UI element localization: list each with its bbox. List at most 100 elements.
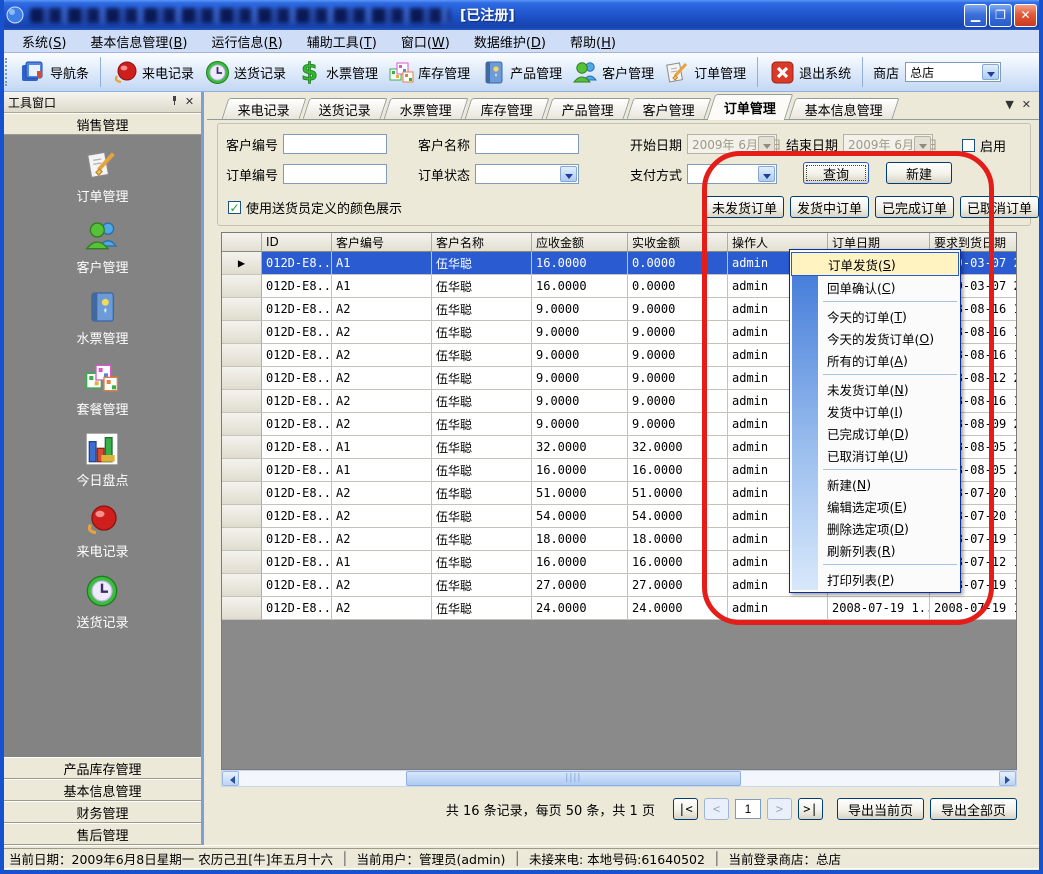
sidebar-item-customer-mgmt[interactable]: 客户管理 [76, 218, 128, 276]
enable-checkbox[interactable] [962, 139, 975, 152]
tab-库存管理[interactable]: 库存管理 [465, 98, 550, 119]
toolbar-button-navigator[interactable]: 导航条 [15, 56, 94, 89]
toolbar-button-inventory[interactable]: 库存管理 [383, 56, 475, 89]
row-selector-cell[interactable] [222, 436, 262, 459]
tab-基本信息管理[interactable]: 基本信息管理 [789, 98, 900, 119]
context-menu-item-14[interactable]: 删除选定项(D) [791, 517, 959, 539]
customer-no-input[interactable] [283, 134, 387, 154]
tab-订单管理[interactable]: 订单管理 [707, 94, 793, 120]
scroll-right-icon[interactable] [999, 771, 1016, 786]
toolbar-button-call-records[interactable]: 来电记录 [107, 56, 199, 89]
context-menu-item-13[interactable]: 编辑选定项(E) [791, 495, 959, 517]
toolbar-button-orders[interactable]: 订单管理 [659, 56, 751, 89]
menu-item-4[interactable]: 窗口(W) [389, 30, 462, 53]
scrollbar-thumb[interactable] [406, 771, 740, 786]
pin-icon[interactable] [167, 95, 182, 110]
tab-客户管理[interactable]: 客户管理 [627, 98, 712, 119]
pay-method-select[interactable] [687, 164, 777, 184]
toolbar-button-customers[interactable]: 客户管理 [567, 56, 659, 89]
menu-item-2[interactable]: 运行信息(R) [200, 30, 295, 53]
context-menu-item-12[interactable]: 新建(N) [791, 473, 959, 495]
row-selector-cell[interactable] [222, 275, 262, 298]
menu-item-1[interactable]: 基本信息管理(B) [78, 30, 199, 53]
scrollbar-track[interactable] [239, 771, 999, 786]
tab-产品管理[interactable]: 产品管理 [546, 98, 631, 119]
row-selector-cell[interactable] [222, 574, 262, 597]
sidebar-item-package-mgmt[interactable]: 套餐管理 [76, 360, 128, 418]
export-current-page-button[interactable]: 导出当前页 [837, 798, 924, 820]
restore-button[interactable]: ❐ [989, 4, 1012, 27]
column-header-customer_name[interactable]: 客户名称 [432, 233, 532, 252]
row-selector-cell[interactable] [222, 344, 262, 367]
toolbar-button-water-tickets[interactable]: $水票管理 [291, 56, 383, 89]
chevron-down-icon[interactable] [982, 64, 999, 80]
sidebar-section-3[interactable]: 售后管理 [4, 823, 201, 845]
tab-水票管理[interactable]: 水票管理 [384, 98, 469, 119]
context-menu-item-1[interactable]: 回单确认(C) [791, 276, 959, 298]
sidebar-item-today-inventory[interactable]: 今日盘点 [76, 431, 128, 489]
status-filter-button-0[interactable]: 未发货订单 [705, 196, 784, 218]
menu-item-0[interactable]: 系统(S) [10, 30, 78, 53]
row-selector-cell[interactable] [222, 367, 262, 390]
chevron-down-icon[interactable] [914, 136, 931, 152]
tab-scroll-icon[interactable]: ▼ [1005, 98, 1013, 111]
context-menu-item-0[interactable]: 订单发货(S) [791, 252, 959, 276]
order-status-select[interactable] [475, 164, 579, 184]
row-selector-cell[interactable] [222, 597, 262, 620]
horizontal-scrollbar[interactable] [221, 770, 1017, 787]
color-checkbox[interactable]: ✓ [228, 201, 241, 214]
column-header-receivable[interactable]: 应收金额 [532, 233, 628, 252]
first-page-button[interactable]: |< [673, 798, 698, 820]
query-button[interactable]: 查询 [803, 162, 869, 184]
scroll-left-icon[interactable] [222, 771, 239, 786]
tab-close-icon[interactable]: ✕ [1022, 98, 1031, 111]
context-menu-item-5[interactable]: 所有的订单(A) [791, 349, 959, 371]
toolbar-button-products[interactable]: 产品管理 [475, 56, 567, 89]
menu-item-5[interactable]: 数据维护(D) [462, 30, 558, 53]
tab-送货记录[interactable]: 送货记录 [303, 98, 388, 119]
sidebar-section-2[interactable]: 财务管理 [4, 801, 201, 823]
row-selector-cell[interactable] [222, 482, 262, 505]
new-button[interactable]: 新建 [886, 162, 952, 184]
context-menu-item-9[interactable]: 已完成订单(D) [791, 422, 959, 444]
sidebar-item-delivery-records[interactable]: 送货记录 [76, 573, 128, 631]
context-menu-item-10[interactable]: 已取消订单(U) [791, 444, 959, 466]
row-selector-cell[interactable] [222, 551, 262, 574]
sidebar-item-order-mgmt[interactable]: 订单管理 [76, 147, 128, 205]
toolbar-grip[interactable] [5, 58, 11, 86]
toolbar-button-exit[interactable]: 退出系统 [764, 56, 856, 89]
column-header-id[interactable]: ID [262, 233, 332, 252]
context-menu-item-3[interactable]: 今天的订单(T) [791, 305, 959, 327]
column-header-received[interactable]: 实收金额 [628, 233, 728, 252]
context-menu-item-7[interactable]: 未发货订单(N) [791, 378, 959, 400]
row-selector-cell[interactable] [222, 413, 262, 436]
chevron-down-icon[interactable] [560, 166, 577, 182]
menu-item-3[interactable]: 辅助工具(T) [295, 30, 389, 53]
start-date-picker[interactable]: 2009年 6月 8日 [687, 134, 777, 154]
tab-来电记录[interactable]: 来电记录 [222, 98, 307, 119]
sidebar-item-water-ticket-mgmt[interactable]: 水票管理 [76, 289, 128, 347]
chevron-down-icon[interactable] [758, 136, 775, 152]
context-menu-item-4[interactable]: 今天的发货订单(O) [791, 327, 959, 349]
end-date-picker[interactable]: 2009年 6月 8日 [843, 134, 933, 154]
column-header-customer_no[interactable]: 客户编号 [332, 233, 432, 252]
row-selector-cell[interactable] [222, 459, 262, 482]
order-no-input[interactable] [283, 164, 387, 184]
export-all-pages-button[interactable]: 导出全部页 [930, 798, 1017, 820]
shop-select[interactable]: 总店 [905, 62, 1001, 82]
sidebar-close-icon[interactable]: ✕ [182, 95, 197, 110]
row-selector-cell[interactable] [222, 505, 262, 528]
sidebar-section-sales[interactable]: 销售管理 [4, 113, 201, 135]
row-selector-cell[interactable] [222, 298, 262, 321]
menu-item-6[interactable]: 帮助(H) [558, 30, 628, 53]
page-number-input[interactable] [735, 799, 761, 819]
close-button[interactable]: ✕ [1014, 4, 1037, 27]
context-menu-item-15[interactable]: 刷新列表(R) [791, 539, 959, 561]
context-menu-item-8[interactable]: 发货中订单(I) [791, 400, 959, 422]
sidebar-section-1[interactable]: 基本信息管理 [4, 779, 201, 801]
customer-name-input[interactable] [475, 134, 579, 154]
row-selector-cell[interactable] [222, 528, 262, 551]
last-page-button[interactable]: >| [798, 798, 823, 820]
sidebar-section-0[interactable]: 产品库存管理 [4, 757, 201, 779]
status-filter-button-3[interactable]: 已取消订单 [960, 196, 1039, 218]
